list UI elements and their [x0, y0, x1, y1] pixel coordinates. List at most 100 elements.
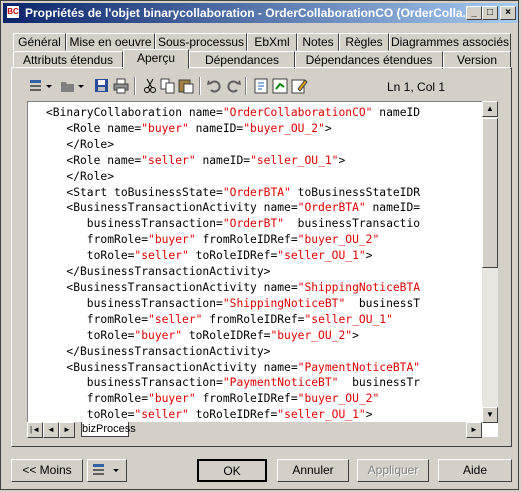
open-icon[interactable] [59, 77, 77, 95]
code-value: "OrderBTA" [222, 185, 291, 199]
code-value: "seller" [134, 408, 189, 422]
code-value: "ShippingNoticeBTA [297, 280, 421, 294]
scroll-right-button[interactable]: ► [59, 422, 75, 438]
code-value: "ShippingNoticeBT" [222, 296, 346, 310]
code-text: fromRoleIDRef= [195, 233, 298, 247]
code-line[interactable]: </Role> [46, 137, 420, 153]
ok-button[interactable]: OK [197, 459, 267, 482]
title-bar[interactable]: BC Propriétés de l'objet binarycollabora… [3, 3, 518, 23]
code-line[interactable]: <Role name="buyer" nameID="buyer_OU_2"> [46, 121, 420, 137]
app-icon: BC [6, 5, 20, 19]
print-icon[interactable] [112, 77, 130, 95]
code-value: "seller_OU_1" [277, 408, 366, 422]
help-button[interactable]: Aide [438, 459, 512, 482]
code-text: businessTransactio [284, 217, 421, 231]
code-line[interactable]: </BusinessTransactionActivity> [46, 264, 420, 280]
code-text: toRole= [46, 408, 135, 422]
code-text: </Role> [46, 169, 115, 183]
code-line[interactable]: toRole="seller" toRoleIDRef="seller_OU_1… [46, 248, 420, 264]
code-text: fromRole= [46, 312, 149, 326]
paste-icon[interactable] [177, 77, 195, 95]
maximize-button[interactable]: □ [482, 6, 498, 20]
code-text: toRoleIDRef= [188, 408, 278, 422]
code-value: "buyer_OU_2" [297, 233, 380, 247]
code-text: <BusinessTransactionActivity name= [46, 201, 298, 215]
code-text: businessT [345, 296, 421, 310]
dropdown-arrow-icon[interactable] [44, 77, 54, 95]
code-line[interactable]: fromRole="buyer" fromRoleIDRef="buyer_OU… [46, 391, 420, 407]
code-text: toBusinessStateIDR [290, 185, 421, 199]
refresh-icon[interactable] [252, 77, 270, 95]
minimize-button[interactable]: _ [466, 6, 482, 20]
code-text: nameID= [195, 153, 251, 167]
code-text: toRoleIDRef= [188, 249, 278, 263]
export-icon[interactable] [271, 77, 289, 95]
code-line[interactable]: </BusinessTransactionActivity> [46, 344, 420, 360]
code-value: "buyer" [134, 328, 183, 342]
tab-regles[interactable]: Règles [339, 33, 389, 51]
tab-diagrammes-associes[interactable]: Diagrammes associés [389, 33, 511, 51]
properties-dialog: BC Propriétés de l'objet binarycollabora… [0, 0, 519, 490]
code-line[interactable]: </Role> [46, 169, 420, 185]
undo-icon[interactable] [206, 77, 224, 95]
code-line[interactable]: <BusinessTransactionActivity name="Shipp… [46, 280, 420, 296]
tab-bizprocess[interactable]: bizProcess [81, 422, 136, 437]
code-text: > [324, 121, 332, 135]
code-line[interactable]: toRole="seller" toRoleIDRef="seller_OU_1… [46, 407, 420, 423]
code-value: "seller" [148, 312, 203, 326]
horizontal-scrollbar[interactable]: |◄ ◄ ► bizProcess ► [27, 422, 482, 438]
code-line[interactable]: <BusinessTransactionActivity name="Payme… [46, 360, 420, 376]
code-text: businessTransaction= [46, 376, 223, 390]
menu-dropdown-button[interactable] [87, 459, 127, 482]
apply-button[interactable]: Appliquer [357, 459, 429, 482]
code-line[interactable]: <BinaryCollaboration name="OrderCollabor… [46, 105, 420, 121]
edit-icon[interactable] [290, 77, 308, 95]
properties-icon[interactable] [27, 77, 45, 95]
code-editor[interactable]: <BinaryCollaboration name="OrderCollabor… [27, 101, 498, 437]
code-text: <BinaryCollaboration name= [46, 106, 223, 119]
code-line[interactable]: fromRole="seller" fromRoleIDRef="seller_… [46, 312, 420, 328]
code-text: nameID= [188, 121, 244, 135]
code-text: <BusinessTransactionActivity name= [46, 360, 298, 374]
cut-icon[interactable] [141, 77, 159, 95]
tab-notes[interactable]: Notes [297, 33, 339, 51]
close-button[interactable]: × [500, 6, 516, 20]
save-icon[interactable] [93, 77, 111, 95]
dropdown-arrow-icon[interactable] [76, 77, 86, 95]
code-line[interactable]: <Role name="seller" nameID="seller_OU_1"… [46, 153, 420, 169]
scroll-down-button[interactable]: ▼ [482, 407, 498, 423]
copy-icon[interactable] [159, 77, 177, 95]
tab-ebxml[interactable]: EbXml [247, 33, 297, 51]
scroll-thumb[interactable] [482, 118, 498, 268]
cursor-position: Ln 1, Col 1 [387, 80, 446, 94]
scroll-first-button[interactable]: |◄ [27, 422, 43, 438]
code-text: businessTransaction= [46, 296, 223, 310]
code-line[interactable]: toRole="buyer" toRoleIDRef="buyer_OU_2"> [46, 328, 420, 344]
tab-apercu[interactable]: Aperçu [123, 49, 189, 69]
code-line[interactable]: businessTransaction="PaymentNoticeBT" bu… [46, 375, 420, 391]
code-value: "seller_OU_1" [250, 153, 339, 167]
code-line[interactable]: <Start toBusinessState="OrderBTA" toBusi… [46, 185, 420, 201]
code-line[interactable]: <BusinessTransactionActivity name="Order… [46, 200, 420, 216]
code-text: fromRoleIDRef= [202, 312, 305, 326]
code-value: "seller_OU_1" [277, 249, 366, 263]
code-line[interactable]: businessTransaction="OrderBT" businessTr… [46, 216, 420, 232]
xml-preview-text[interactable]: <BinaryCollaboration name="OrderCollabor… [46, 105, 420, 423]
code-text: > [352, 328, 359, 342]
cancel-button[interactable]: Annuler [277, 459, 349, 482]
redo-icon[interactable] [224, 77, 242, 95]
window-title: Propriétés de l'objet binarycollaboratio… [25, 6, 473, 20]
code-value: "buyer_OU_2" [297, 392, 380, 406]
less-button[interactable]: << Moins [11, 459, 83, 482]
code-line[interactable]: businessTransaction="ShippingNoticeBT" b… [46, 296, 420, 312]
tab-general[interactable]: Général [13, 33, 66, 51]
code-text: toRole= [46, 249, 135, 263]
scroll-up-button[interactable]: ▲ [482, 101, 498, 117]
vertical-scrollbar[interactable]: ▲ ▼ [482, 101, 498, 423]
code-value: "buyer" [141, 121, 189, 135]
scroll-left-button[interactable]: ◄ [43, 422, 59, 438]
code-text: nameID= [365, 201, 421, 215]
code-text: fromRole= [46, 392, 149, 406]
code-line[interactable]: fromRole="buyer" fromRoleIDRef="buyer_OU… [46, 232, 420, 248]
scroll-right-end-button[interactable]: ► [466, 422, 482, 438]
